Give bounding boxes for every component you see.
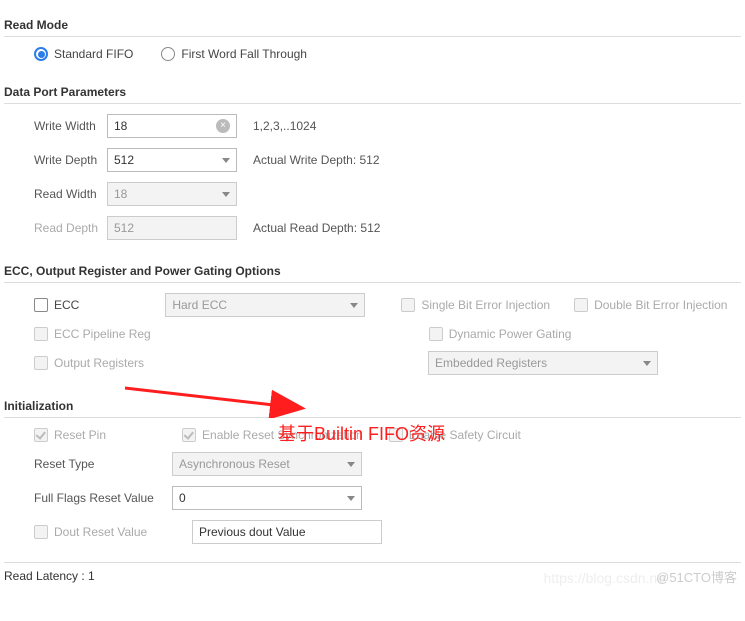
checkbox-icon [34,327,48,341]
chevron-down-icon [643,361,651,366]
checkbox-icon [574,298,588,312]
checkbox-icon [429,327,443,341]
checkbox-label: Double Bit Error Injection [594,298,727,312]
checkbox-label: Enable Reset Synchronization [202,428,363,442]
hint-read-depth: Actual Read Depth: 512 [253,221,380,235]
chevron-down-icon [347,462,355,467]
checkbox-icon [34,298,48,312]
label-write-width: Write Width [34,119,99,133]
input-value: 18 [114,119,127,133]
watermark-csdn: https://blog.csdn.ne [544,570,665,586]
checkbox-label: Dout Reset Value [54,525,147,539]
checkbox-label: Reset Pin [54,428,106,442]
divider [4,562,741,563]
checkbox-output-registers: Output Registers [34,356,144,370]
input-value: 512 [114,221,134,235]
checkbox-ecc[interactable]: ECC [34,298,79,312]
radio-label: First Word Fall Through [181,47,307,61]
clear-icon[interactable]: × [216,119,230,133]
input-write-width[interactable]: 18 × [107,114,237,138]
checkbox-icon [182,428,196,442]
section-title-ecc: ECC, Output Register and Power Gating Op… [4,264,741,283]
checkbox-safety: Enable Safety Circuit [389,428,521,442]
checkbox-dpg: Dynamic Power Gating [429,327,572,341]
checkbox-label: ECC Pipeline Reg [54,327,151,341]
input-value: Previous dout Value [199,525,306,539]
section-title-read-mode: Read Mode [4,18,741,37]
checkbox-icon [34,356,48,370]
label-full-flags: Full Flags Reset Value [34,491,164,505]
label-write-depth: Write Depth [34,153,99,167]
checkbox-label: Single Bit Error Injection [421,298,550,312]
checkbox-label: Output Registers [54,356,144,370]
checkbox-dout-reset: Dout Reset Value [34,525,184,539]
select-value: Embedded Registers [435,356,547,370]
select-ecc-type: Hard ECC [165,293,365,317]
section-title-init: Initialization [4,399,741,418]
checkbox-label: ECC [54,298,79,312]
checkbox-label: Enable Safety Circuit [409,428,521,442]
select-value: 512 [114,153,134,167]
select-value: Hard ECC [172,298,227,312]
select-embedded-registers: Embedded Registers [428,351,658,375]
select-value: Asynchronous Reset [179,457,290,471]
input-read-depth: 512 [107,216,237,240]
checkbox-icon [401,298,415,312]
radio-icon [34,47,48,61]
select-reset-type: Asynchronous Reset [172,452,362,476]
checkbox-ecc-pipeline: ECC Pipeline Reg [34,327,151,341]
radio-label: Standard FIFO [54,47,133,61]
chevron-down-icon [350,303,358,308]
radio-icon [161,47,175,61]
label-reset-type: Reset Type [34,457,164,471]
input-dout-reset: Previous dout Value [192,520,382,544]
chevron-down-icon [222,158,230,163]
select-read-width: 18 [107,182,237,206]
hint-write-depth: Actual Write Depth: 512 [253,153,380,167]
checkbox-icon [34,428,48,442]
select-full-flags[interactable]: 0 [172,486,362,510]
checkbox-reset-pin: Reset Pin [34,428,106,442]
label-read-width: Read Width [34,187,99,201]
checkbox-double-bit: Double Bit Error Injection [574,298,727,312]
checkbox-icon [389,428,403,442]
label-read-depth: Read Depth [34,221,99,235]
select-write-depth[interactable]: 512 [107,148,237,172]
chevron-down-icon [222,192,230,197]
checkbox-icon [34,525,48,539]
section-title-data-port: Data Port Parameters [4,85,741,104]
radio-standard-fifo[interactable]: Standard FIFO [34,47,133,61]
chevron-down-icon [347,496,355,501]
checkbox-enable-sync: Enable Reset Synchronization [182,428,363,442]
hint-write-width: 1,2,3,..1024 [253,119,316,133]
select-value: 0 [179,491,186,505]
checkbox-label: Dynamic Power Gating [449,327,572,341]
select-value: 18 [114,187,127,201]
radio-fwft[interactable]: First Word Fall Through [161,47,307,61]
watermark-51cto: @51CTO博客 [656,567,737,586]
checkbox-single-bit: Single Bit Error Injection [401,298,550,312]
